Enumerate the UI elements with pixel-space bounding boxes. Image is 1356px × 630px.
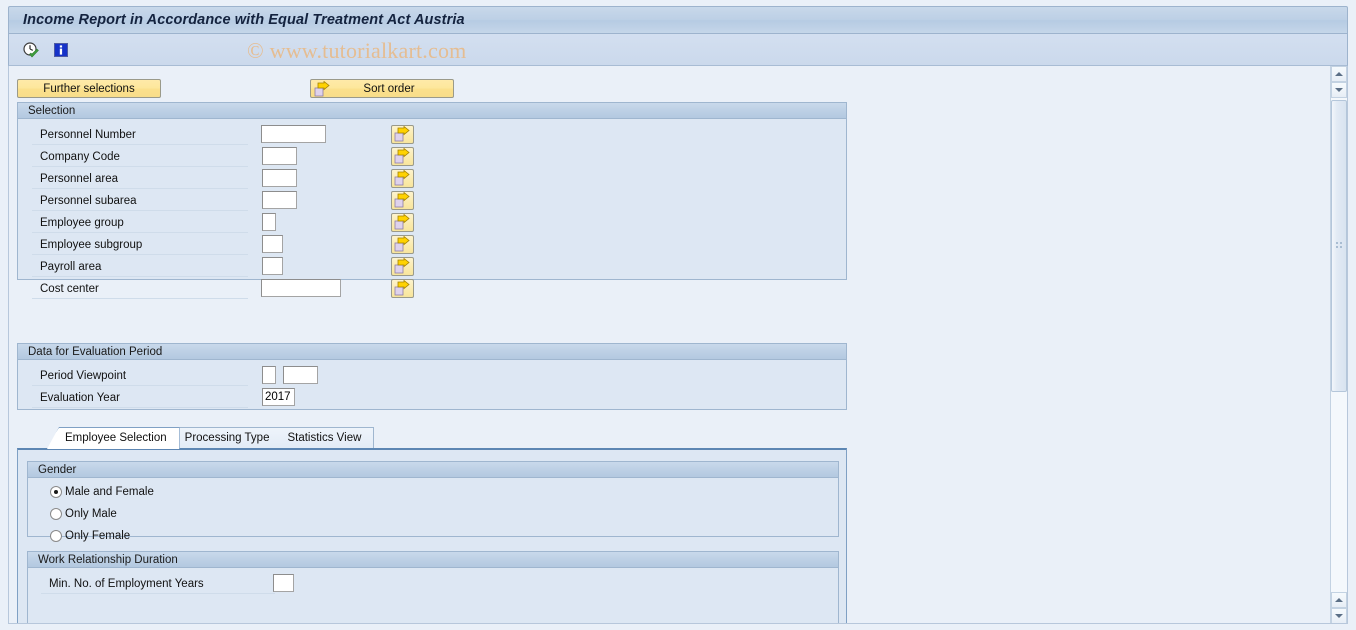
evaluation-period-group: Data for Evaluation Period Period Viewpo…	[17, 343, 847, 410]
multi-select-button-personnel-number[interactable]	[391, 125, 414, 144]
personnel-subarea-input[interactable]	[262, 191, 297, 209]
personnel-area-label: Personnel area	[32, 170, 248, 189]
work-relationship-group: Work Relationship Duration Min. No. of E…	[27, 551, 839, 623]
page-title: Income Report in Accordance with Equal T…	[23, 12, 465, 28]
scroll-down-button-bottom[interactable]	[1331, 608, 1347, 623]
selection-row-personnel-number: Personnel Number	[18, 124, 846, 146]
work-row-min-employment-years: Min. No. of Employment Years	[28, 573, 838, 595]
tabstrip: Employee Selection Processing Type Statist…	[17, 427, 847, 449]
multi-select-button-personnel-area[interactable]	[391, 169, 414, 188]
multi-select-arrow-icon	[394, 258, 410, 274]
multi-select-arrow-icon	[394, 214, 410, 230]
further-selections-button[interactable]: Further selections	[17, 79, 161, 98]
radio-male-and-female[interactable]: Male and Female	[50, 483, 154, 501]
radio-only-female[interactable]: Only Female	[50, 527, 130, 545]
multi-select-button-employee-subgroup[interactable]	[391, 235, 414, 254]
cost-center-label: Cost center	[32, 280, 248, 299]
min-employment-years-input[interactable]	[273, 574, 294, 592]
personnel-area-input[interactable]	[262, 169, 297, 187]
employee-subgroup-input[interactable]	[262, 235, 283, 253]
selection-row-payroll-area: Payroll area	[18, 256, 846, 278]
selection-row-employee-subgroup: Employee subgroup	[18, 234, 846, 256]
radio-only-male[interactable]: Only Male	[50, 505, 117, 523]
radio-button-icon	[50, 486, 62, 498]
personnel-number-input[interactable]	[261, 125, 326, 143]
personnel-number-label: Personnel Number	[32, 126, 248, 145]
multi-select-button-personnel-subarea[interactable]	[391, 191, 414, 210]
tab-employee-selection[interactable]: Employee Selection	[47, 427, 180, 449]
triangle-up-icon	[1335, 72, 1343, 76]
scroll-up-button-bottom[interactable]	[1331, 592, 1347, 608]
triangle-down-icon	[1335, 614, 1343, 618]
selection-row-cost-center: Cost center	[18, 278, 846, 300]
multi-select-button-company-code[interactable]	[391, 147, 414, 166]
min-employment-years-label: Min. No. of Employment Years	[41, 575, 275, 594]
employee-subgroup-label: Employee subgroup	[32, 236, 248, 255]
gender-group-title: Gender	[28, 462, 838, 478]
tab-statistics-view[interactable]: Statistics View	[269, 427, 375, 449]
multi-select-arrow-icon	[394, 236, 410, 252]
evaluation-period-group-title: Data for Evaluation Period	[18, 344, 846, 360]
sort-order-label: Sort order	[363, 82, 415, 95]
work-relationship-group-title: Work Relationship Duration	[28, 552, 838, 568]
period-row-evaluation-year: Evaluation Year	[18, 387, 846, 409]
payroll-area-label: Payroll area	[32, 258, 248, 277]
selection-row-employee-group: Employee group	[18, 212, 846, 234]
selection-row-company-code: Company Code	[18, 146, 846, 168]
personnel-subarea-label: Personnel subarea	[32, 192, 248, 211]
selection-group-title: Selection	[18, 103, 846, 119]
multi-select-button-cost-center[interactable]	[391, 279, 414, 298]
triangle-down-icon	[1335, 88, 1343, 92]
period-row-period-viewpoint: Period Viewpoint	[18, 365, 846, 387]
company-code-label: Company Code	[32, 148, 248, 167]
selection-group: Selection Personnel Number Company Code Pe…	[17, 102, 847, 299]
multi-select-button-employee-group[interactable]	[391, 213, 414, 232]
company-code-input[interactable]	[262, 147, 297, 165]
sort-arrow-icon	[314, 80, 331, 101]
cost-center-input[interactable]	[261, 279, 341, 297]
employee-group-input[interactable]	[262, 213, 276, 231]
period-viewpoint-b-input[interactable]	[283, 366, 318, 384]
scrollbar-thumb[interactable]	[1331, 100, 1347, 392]
tab-panel-employee-selection: Gender Male and Female Only Male Only Fema…	[17, 448, 847, 623]
multi-select-arrow-icon	[394, 192, 410, 208]
multi-select-arrow-icon	[394, 170, 410, 186]
further-selections-label: Further selections	[43, 82, 135, 95]
radio-button-icon	[50, 508, 62, 520]
radio-button-icon	[50, 530, 62, 542]
multi-select-arrow-icon	[394, 148, 410, 164]
employee-group-label: Employee group	[32, 214, 248, 233]
selection-screen-content: Further selections Sort order Selection …	[8, 66, 1348, 624]
selection-row-personnel-subarea: Personnel subarea	[18, 190, 846, 212]
tab-processing-type-label: Processing Type	[184, 432, 270, 444]
triangle-up-icon	[1335, 598, 1343, 602]
period-viewpoint-a-input[interactable]	[262, 366, 276, 384]
tab-processing-type[interactable]: Processing Type	[166, 427, 283, 449]
content-scrollbar[interactable]	[1330, 66, 1347, 623]
payroll-area-input[interactable]	[262, 257, 283, 275]
tab-employee-selection-label: Employee Selection	[65, 432, 167, 444]
evaluation-year-label: Evaluation Year	[32, 389, 248, 408]
tab-statistics-view-label: Statistics View	[287, 432, 362, 444]
scrollbar-grip-icon	[1336, 242, 1344, 249]
multi-select-arrow-icon	[394, 126, 410, 142]
selection-row-personnel-area: Personnel area	[18, 168, 846, 190]
multi-select-button-payroll-area[interactable]	[391, 257, 414, 276]
gender-group: Gender Male and Female Only Male Only Fema…	[27, 461, 839, 542]
execute-icon[interactable]	[20, 39, 42, 61]
radio-male-and-female-label: Male and Female	[65, 486, 154, 498]
application-toolbar	[8, 34, 1348, 66]
evaluation-year-input[interactable]	[262, 388, 295, 406]
multi-select-arrow-icon	[394, 280, 410, 296]
scroll-down-button-top[interactable]	[1331, 82, 1347, 98]
info-icon[interactable]	[50, 39, 72, 61]
sap-screen: Income Report in Accordance with Equal T…	[0, 0, 1356, 630]
period-viewpoint-label: Period Viewpoint	[32, 367, 248, 386]
radio-only-male-label: Only Male	[65, 508, 117, 520]
sort-order-button[interactable]: Sort order	[310, 79, 454, 98]
scroll-up-button-top[interactable]	[1331, 66, 1347, 82]
window-titlebar: Income Report in Accordance with Equal T…	[8, 6, 1348, 34]
radio-only-female-label: Only Female	[65, 530, 131, 542]
